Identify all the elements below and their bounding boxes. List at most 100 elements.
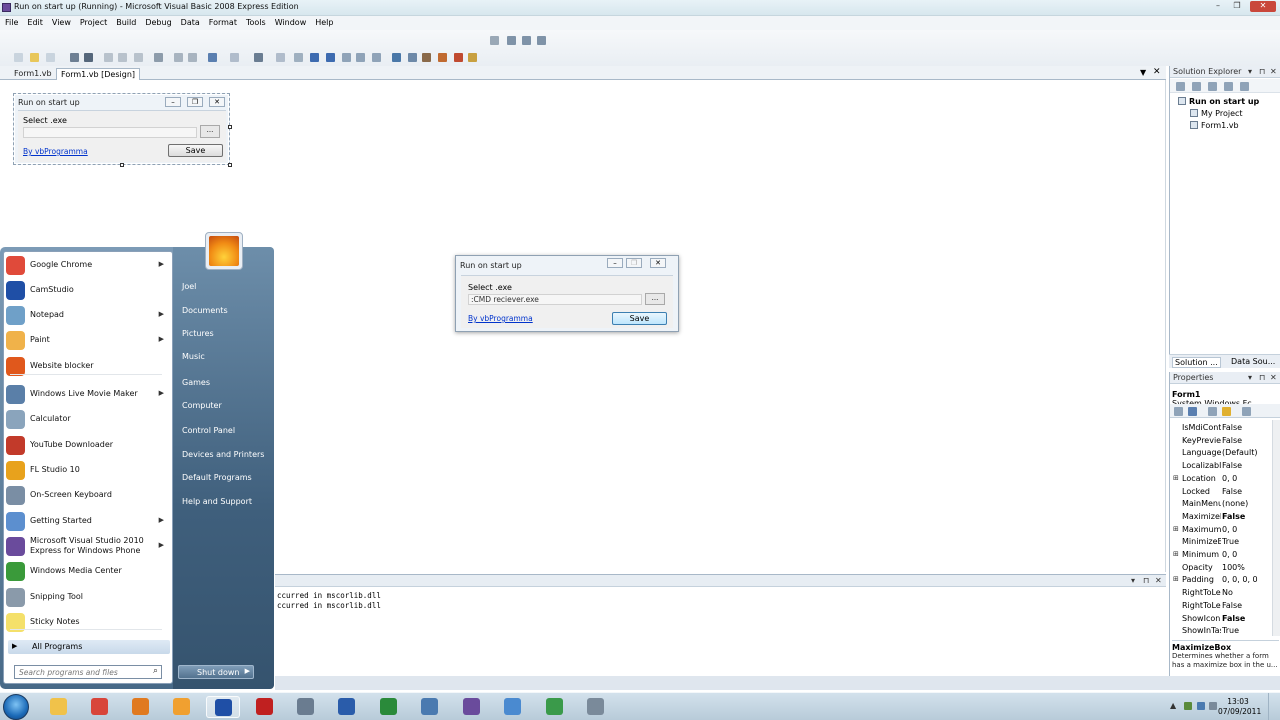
- taskbar-app-vb[interactable]: [455, 696, 489, 718]
- close-button[interactable]: ✕: [1250, 1, 1276, 12]
- start-menu-program[interactable]: Windows Live Movie Maker ▶: [4, 383, 168, 405]
- object-selector[interactable]: Form1 System.Windows.Fc: [1172, 390, 1279, 408]
- resize-handle[interactable]: [228, 125, 232, 129]
- toolbar-window-icon[interactable]: [507, 36, 516, 45]
- step-into-icon[interactable]: [342, 53, 351, 62]
- tab-solution-explorer[interactable]: Solution ...: [1172, 357, 1221, 368]
- property-row[interactable]: RightToLe False: [1170, 600, 1272, 613]
- property-row[interactable]: MaximizeBFalse: [1170, 511, 1272, 524]
- expand-icon[interactable]: ⊞: [1173, 525, 1179, 533]
- property-pages-icon[interactable]: [1242, 407, 1251, 416]
- property-row[interactable]: RightToLe No: [1170, 587, 1272, 600]
- property-value[interactable]: 100%: [1222, 563, 1245, 572]
- start-menu-program[interactable]: Getting Started ▶: [4, 510, 168, 532]
- start-menu-program[interactable]: Google Chrome ▶: [4, 254, 168, 276]
- menu-build[interactable]: Build: [111, 16, 140, 27]
- property-value[interactable]: False: [1222, 614, 1245, 623]
- property-row[interactable]: ⊞ Padding 0, 0, 0, 0: [1170, 574, 1272, 587]
- taskbar-app-word[interactable]: [330, 696, 364, 718]
- tree-item[interactable]: Form1.vb: [1190, 121, 1239, 130]
- start-menu-program[interactable]: YouTube Downloader: [4, 434, 168, 456]
- design-form[interactable]: Run on start up – ❐ ✕ Select .exe ... By…: [13, 93, 230, 165]
- tray-network-icon[interactable]: [1197, 702, 1205, 710]
- solution-pin-icon[interactable]: ⊓: [1259, 67, 1265, 76]
- running-save-button[interactable]: Save: [612, 312, 667, 325]
- start-menu-place[interactable]: Computer: [182, 401, 222, 410]
- cut-icon[interactable]: [104, 53, 113, 62]
- tree-root[interactable]: Run on start up: [1178, 97, 1259, 106]
- property-value[interactable]: False: [1222, 512, 1245, 521]
- property-value[interactable]: 0, 0: [1222, 550, 1237, 559]
- tab-dropdown-icon[interactable]: ▼: [1140, 68, 1146, 77]
- property-value[interactable]: False: [1222, 601, 1242, 610]
- property-value[interactable]: False: [1222, 461, 1242, 470]
- property-row[interactable]: KeyPrevievFalse: [1170, 435, 1272, 448]
- error-list-icon[interactable]: [454, 53, 463, 62]
- categorized-icon[interactable]: [1174, 407, 1183, 416]
- properties-dropdown-icon[interactable]: ▾: [1248, 373, 1252, 382]
- save-all-icon[interactable]: [84, 53, 93, 62]
- view-code-icon[interactable]: [1224, 82, 1233, 91]
- taskbar-app-tool[interactable]: [289, 696, 323, 718]
- properties-small-icon[interactable]: [1176, 82, 1185, 91]
- start-menu-place[interactable]: Devices and Printers: [182, 450, 264, 459]
- tray-volume-icon[interactable]: [1209, 702, 1217, 710]
- tray-arrow-icon[interactable]: ▲: [1170, 702, 1178, 710]
- events-icon[interactable]: [1222, 407, 1231, 416]
- solution-dropdown-icon[interactable]: ▾: [1248, 67, 1252, 76]
- taskbar-app-explorer[interactable]: [42, 696, 76, 718]
- refresh-icon[interactable]: [1208, 82, 1217, 91]
- menu-tools[interactable]: Tools: [241, 16, 270, 27]
- property-row[interactable]: ⊞ Maximum 0, 0: [1170, 524, 1272, 537]
- menu-view[interactable]: View: [47, 16, 75, 27]
- step-out-icon[interactable]: [372, 53, 381, 62]
- running-path-input[interactable]: :CMD reciever.exe: [468, 294, 642, 305]
- property-row[interactable]: ⊞ Minimum 0, 0: [1170, 549, 1272, 562]
- menu-window[interactable]: Window: [270, 16, 311, 27]
- other-windows-icon[interactable]: [468, 53, 477, 62]
- minimize-button[interactable]: –: [1209, 1, 1227, 12]
- menu-file[interactable]: File: [0, 16, 22, 27]
- resize-handle[interactable]: [120, 163, 124, 167]
- user-picture[interactable]: [205, 232, 243, 270]
- tab-form1-code[interactable]: Form1.vb: [10, 68, 56, 80]
- open-folder-icon[interactable]: [30, 53, 39, 62]
- toolbox-icon[interactable]: [438, 53, 447, 62]
- comment-icon[interactable]: [174, 53, 183, 62]
- property-value[interactable]: False: [1222, 423, 1242, 432]
- property-value[interactable]: True: [1222, 626, 1239, 635]
- running-credit-link[interactable]: By vbProgramma: [468, 314, 533, 323]
- properties-close-icon[interactable]: ✕: [1270, 373, 1277, 382]
- taskbar-app-excel[interactable]: [372, 696, 406, 718]
- property-value[interactable]: No: [1222, 588, 1233, 597]
- property-row[interactable]: IsMdiCont False: [1170, 422, 1272, 435]
- paste-icon[interactable]: [134, 53, 143, 62]
- redo-icon[interactable]: [230, 53, 239, 62]
- property-row[interactable]: LocalizableFalse: [1170, 460, 1272, 473]
- start-menu-program[interactable]: Notepad ▶: [4, 304, 168, 326]
- save-icon[interactable]: [70, 53, 79, 62]
- start-menu-program[interactable]: Calculator: [4, 408, 168, 430]
- taskbar-app-media[interactable]: [165, 696, 199, 718]
- stop-icon[interactable]: [326, 53, 335, 62]
- menu-help[interactable]: Help: [310, 16, 337, 27]
- running-form[interactable]: Run on start up – ❐ ✕ Select .exe :CMD r…: [455, 255, 679, 332]
- start-menu-program[interactable]: On-Screen Keyboard: [4, 484, 168, 506]
- add-item-icon[interactable]: [46, 53, 55, 62]
- menu-format[interactable]: Format: [204, 16, 241, 27]
- navigate-icon[interactable]: [254, 53, 263, 62]
- menu-edit[interactable]: Edit: [22, 16, 47, 27]
- running-form-minimize-button[interactable]: –: [607, 258, 623, 268]
- property-row[interactable]: ShowInTas True: [1170, 625, 1272, 638]
- property-row[interactable]: MinimizeB True: [1170, 536, 1272, 549]
- output-pin-icon[interactable]: ⊓: [1143, 576, 1149, 585]
- tab-close-icon[interactable]: ✕: [1153, 67, 1161, 77]
- pause-icon[interactable]: [310, 53, 319, 62]
- object-browser-icon[interactable]: [422, 53, 431, 62]
- start-menu-program[interactable]: FL Studio 10: [4, 459, 168, 481]
- start-menu-place[interactable]: Control Panel: [182, 426, 235, 435]
- resize-handle[interactable]: [228, 163, 232, 167]
- taskbar-app-network[interactable]: [538, 696, 572, 718]
- start-menu-place[interactable]: Help and Support: [182, 497, 252, 506]
- expand-icon[interactable]: ⊞: [1173, 575, 1179, 583]
